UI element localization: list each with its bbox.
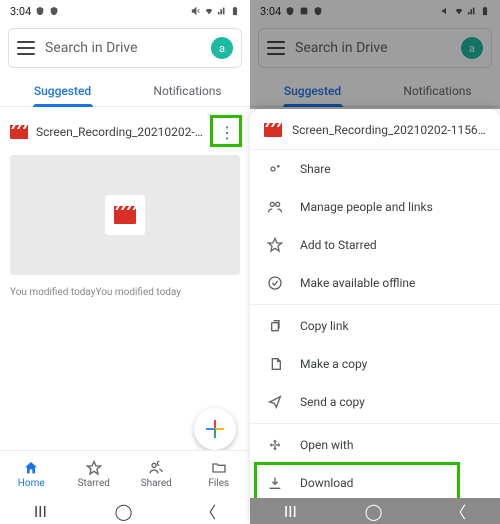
file-thumbnail[interactable]	[10, 155, 240, 275]
signal-icon	[217, 6, 227, 16]
search-placeholder: Search in Drive	[45, 40, 201, 56]
more-options-button[interactable]: ⋮	[214, 119, 240, 145]
avatar[interactable]: a	[211, 37, 233, 59]
tab-suggested[interactable]: Suggested	[0, 74, 125, 106]
divider	[250, 423, 500, 424]
sheet-send-copy[interactable]: Send a copy	[250, 383, 500, 421]
nav-home[interactable]: Home	[0, 451, 63, 498]
video-icon	[114, 206, 136, 224]
back-button[interactable]: 〈	[200, 499, 216, 523]
tabs: Suggested Notifications	[0, 74, 250, 107]
sheet-header: Screen_Recording_20210202-115611_Fil...	[250, 109, 500, 150]
recents-button[interactable]: III	[284, 502, 297, 521]
divider	[250, 304, 500, 305]
send-icon	[266, 393, 284, 411]
new-button[interactable]	[194, 408, 236, 450]
screen-left: 3:04 Search in Drive a Suggested Notific…	[0, 0, 250, 524]
modal-overlay[interactable]	[250, 0, 500, 109]
sheet-manage-people[interactable]: Manage people and links	[250, 188, 500, 226]
mute-icon	[191, 6, 201, 16]
search-bar[interactable]: Search in Drive a	[8, 28, 242, 68]
status-time: 3:04	[10, 5, 31, 18]
recents-button[interactable]: III	[34, 502, 47, 521]
folder-icon	[210, 460, 228, 476]
people-icon	[147, 460, 165, 476]
sheet-make-copy[interactable]: Make a copy	[250, 345, 500, 383]
sheet-open-with[interactable]: Open with	[250, 426, 500, 464]
system-nav: III ◯ 〈	[0, 498, 250, 524]
back-button[interactable]: 〈	[450, 499, 466, 523]
system-nav: III ◯ 〈	[250, 498, 500, 524]
nav-starred[interactable]: Starred	[63, 451, 126, 498]
sheet-file-name: Screen_Recording_20210202-115611_Fil...	[292, 123, 486, 137]
people-icon	[266, 198, 284, 216]
copy-icon	[266, 355, 284, 373]
thumbnail-placeholder	[105, 195, 145, 235]
link-icon	[266, 317, 284, 335]
shield-icon	[49, 6, 59, 16]
bottom-sheet: Screen_Recording_20210202-115611_Fil... …	[250, 109, 500, 524]
sheet-download[interactable]: Download	[250, 464, 500, 502]
home-button[interactable]: ◯	[365, 502, 383, 521]
nav-files[interactable]: Files	[188, 451, 251, 498]
sheet-add-starred[interactable]: Add to Starred	[250, 226, 500, 264]
video-file-icon	[10, 125, 28, 139]
bottom-nav: Home Starred Shared Files	[0, 450, 250, 498]
wifi-icon	[204, 6, 214, 16]
sheet-copy-link[interactable]: Copy link	[250, 307, 500, 345]
star-icon	[266, 236, 284, 254]
plus-icon	[206, 420, 224, 438]
tab-notifications[interactable]: Notifications	[125, 74, 250, 106]
sheet-offline[interactable]: Make available offline	[250, 264, 500, 302]
status-bar: 3:04	[0, 0, 250, 22]
home-button[interactable]: ◯	[115, 502, 133, 521]
share-icon	[266, 160, 284, 178]
drive-status-icon	[35, 6, 45, 16]
screen-right: 3:04 Search in Drive a Suggested Notific…	[250, 0, 500, 524]
home-icon	[22, 460, 40, 476]
star-icon	[85, 460, 103, 476]
file-row[interactable]: Screen_Recording_20210202-11... ⋮	[0, 107, 250, 155]
offline-icon	[266, 274, 284, 292]
video-file-icon	[264, 123, 282, 137]
file-name: Screen_Recording_20210202-11...	[36, 125, 206, 139]
battery-icon	[230, 6, 240, 16]
modified-text: You modified todayYou modified today	[0, 275, 250, 310]
menu-icon[interactable]	[17, 41, 35, 55]
open-with-icon	[266, 436, 284, 454]
tutorial-highlight	[210, 115, 242, 147]
nav-shared[interactable]: Shared	[125, 451, 188, 498]
sheet-share[interactable]: Share	[250, 150, 500, 188]
